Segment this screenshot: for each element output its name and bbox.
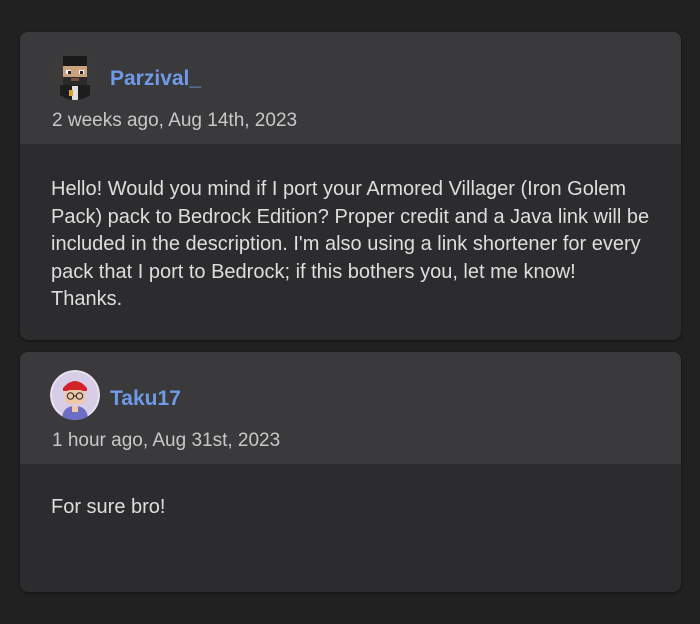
pixel-character-avatar-icon[interactable] — [50, 50, 100, 100]
comment-timestamp: 1 hour ago, Aug 31st, 2023 — [52, 430, 281, 451]
author-link[interactable]: Parzival_ — [110, 67, 201, 91]
avatar-image — [50, 370, 100, 420]
comment-timestamp: 2 weeks ago, Aug 14th, 2023 — [52, 110, 298, 131]
comment-card: Parzival_ 2 weeks ago, Aug 14th, 2023 He… — [20, 32, 681, 340]
comment-header: Taku17 1 hour ago, Aug 31st, 2023 — [20, 352, 681, 464]
comment-body: Hello! Would you mind if I port your Arm… — [51, 178, 650, 310]
comment-feed: Parzival_ 2 weeks ago, Aug 14th, 2023 He… — [0, 0, 700, 624]
comment-card: Taku17 1 hour ago, Aug 31st, 2023 For su… — [20, 352, 681, 592]
comment-header: Parzival_ 2 weeks ago, Aug 14th, 2023 — [20, 32, 681, 144]
author-link[interactable]: Taku17 — [110, 387, 181, 411]
cartoon-character-avatar-icon[interactable] — [50, 370, 100, 420]
comment-body: For sure bro! — [51, 496, 166, 518]
avatar-image — [50, 50, 100, 100]
